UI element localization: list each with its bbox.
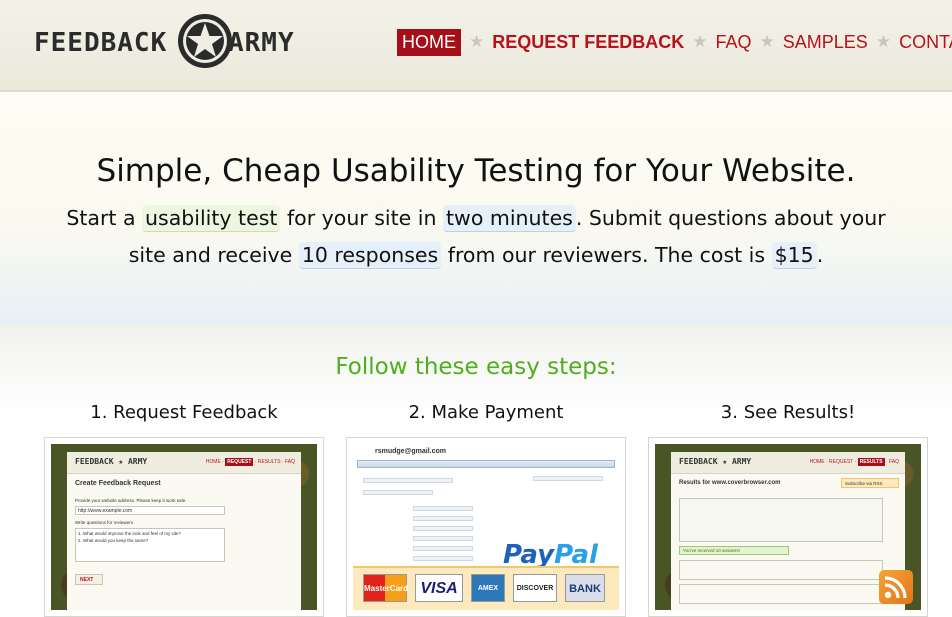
feedback-army-logo[interactable]: FEEDBACK ARMY (34, 12, 316, 72)
step-3-screenshot[interactable]: FEEDBACK ★ ARMY HOME · REQUEST · RESULTS… (648, 437, 928, 617)
hero-text: from our reviewers. The cost is (441, 243, 772, 267)
hero-description-line-1: Start a usability test for your site in … (0, 205, 952, 232)
paypal-top-bar (357, 460, 615, 468)
highlight-usability-test: usability test (142, 205, 281, 232)
mini-url-value: http://www.example.com (78, 508, 133, 514)
form-line (533, 476, 603, 481)
bank-card-icon: BANK (565, 574, 605, 602)
mini-badge-label: You've received 10 answers! (683, 548, 740, 553)
mini-url-input: http://www.example.com (75, 506, 225, 515)
discover-card-icon: DISCOVER (513, 574, 557, 602)
mini-question-2: 2. What would you keep the same? (78, 538, 149, 543)
step-2-title: 2. Make Payment (408, 402, 564, 423)
mini-subscribe-label: Subscribe via RSS (845, 481, 883, 486)
mini-answer-text (679, 560, 883, 580)
visa-card-icon: VISA (415, 574, 463, 602)
form-line (413, 516, 473, 521)
hero-text: Start a (66, 206, 143, 230)
star-separator-icon: ★ (759, 32, 775, 51)
site-header: FEEDBACK ARMY HOME ★ REQUEST FEEDBACK ★ … (0, 0, 952, 92)
star-emblem-icon (178, 14, 232, 68)
payment-cards-strip: MasterCard VISA AMEX DISCOVER BANK (353, 566, 619, 610)
camo-background: FEEDBACK ★ ARMY HOME · REQUEST · RESULTS… (655, 444, 921, 610)
form-line (413, 526, 473, 531)
form-line (363, 478, 453, 483)
nav-faq[interactable]: FAQ (716, 32, 752, 53)
form-line (413, 536, 473, 541)
form-line (413, 546, 473, 551)
hero-text: . (816, 243, 824, 267)
mini-nav: HOME · REQUEST · RESULTS · FAQ (205, 458, 295, 466)
star-separator-icon: ★ (469, 32, 485, 51)
camo-background: FEEDBACK ★ ARMY HOME · REQUEST · RESULTS… (51, 444, 317, 610)
hero-text: site and receive (128, 243, 299, 267)
mini-subscribe-button: Subscribe via RSS (841, 478, 899, 488)
steps-heading: Follow these easy steps: (335, 354, 617, 380)
mini-logo: FEEDBACK ★ ARMY (679, 457, 752, 466)
hero-text: for your site in (280, 206, 444, 230)
logo-text-left: FEEDBACK (34, 28, 168, 58)
hero-title: Simple, Cheap Usability Testing for Your… (96, 153, 856, 189)
mastercard-card-icon: MasterCard (363, 574, 408, 602)
nav-samples[interactable]: SAMPLES (783, 32, 868, 53)
form-line (363, 490, 433, 495)
main-nav: HOME ★ REQUEST FEEDBACK ★ FAQ ★ SAMPLES … (397, 27, 952, 57)
highlight-two-minutes: two minutes (443, 205, 576, 232)
highlight-price: $15 (771, 242, 817, 269)
highlight-10-responses: 10 responses (298, 242, 442, 269)
hero-description-line-2: site and receive 10 responses from our r… (0, 242, 952, 269)
form-line (413, 556, 473, 561)
mini-next-button: NEXT (75, 574, 103, 585)
paypal-page: rsmudge@gmail.com PayPal MasterCard VISA… (353, 444, 619, 610)
mini-answer-text (679, 584, 883, 604)
mini-next-label: NEXT (80, 577, 94, 583)
mini-comment-box (679, 498, 883, 542)
step-1-screenshot[interactable]: FEEDBACK ★ ARMY HOME · REQUEST · RESULTS… (44, 437, 324, 617)
amex-card-icon: AMEX (471, 574, 505, 602)
mini-header: FEEDBACK ★ ARMY HOME · REQUEST · RESULTS… (671, 452, 905, 474)
mini-results-title: Results for www.coverbrowser.com (679, 480, 781, 486)
star-separator-icon: ★ (692, 32, 708, 51)
mini-question-1: 1. What would improve the look and feel … (78, 531, 182, 536)
form-line (413, 506, 473, 511)
step-3-title: 3. See Results! (720, 402, 856, 423)
star-separator-icon: ★ (875, 32, 892, 51)
nav-home[interactable]: HOME (397, 28, 461, 56)
step-1-title: 1. Request Feedback (90, 402, 278, 423)
mini-page-title: Create Feedback Request (75, 480, 161, 487)
mini-field2-label: Write questions for reviewers (75, 520, 133, 525)
paypal-email: rsmudge@gmail.com (375, 448, 447, 455)
mini-request-page: FEEDBACK ★ ARMY HOME · REQUEST · RESULTS… (67, 452, 301, 610)
rss-feed-icon (879, 570, 913, 604)
mini-results-page: FEEDBACK ★ ARMY HOME · REQUEST · RESULTS… (671, 452, 905, 610)
mini-field1-label: Provide your website address. Please kee… (75, 498, 187, 503)
nav-request-feedback[interactable]: REQUEST FEEDBACK (492, 32, 684, 53)
logo-text-right: ARMY (228, 28, 295, 58)
step-2-screenshot[interactable]: rsmudge@gmail.com PayPal MasterCard VISA… (346, 437, 626, 617)
hero-section: Simple, Cheap Usability Testing for Your… (0, 93, 952, 325)
nav-contact[interactable]: CONTACT (899, 32, 952, 53)
mini-header: FEEDBACK ★ ARMY HOME · REQUEST · RESULTS… (67, 452, 301, 474)
mini-nav: HOME · REQUEST · RESULTS · FAQ (809, 458, 899, 466)
mini-logo: FEEDBACK ★ ARMY (75, 457, 148, 466)
mini-questions-textarea: 1. What would improve the look and feel … (75, 528, 225, 562)
mini-answers-badge: You've received 10 answers! (679, 546, 789, 555)
hero-text: . Submit questions about your (575, 206, 886, 230)
